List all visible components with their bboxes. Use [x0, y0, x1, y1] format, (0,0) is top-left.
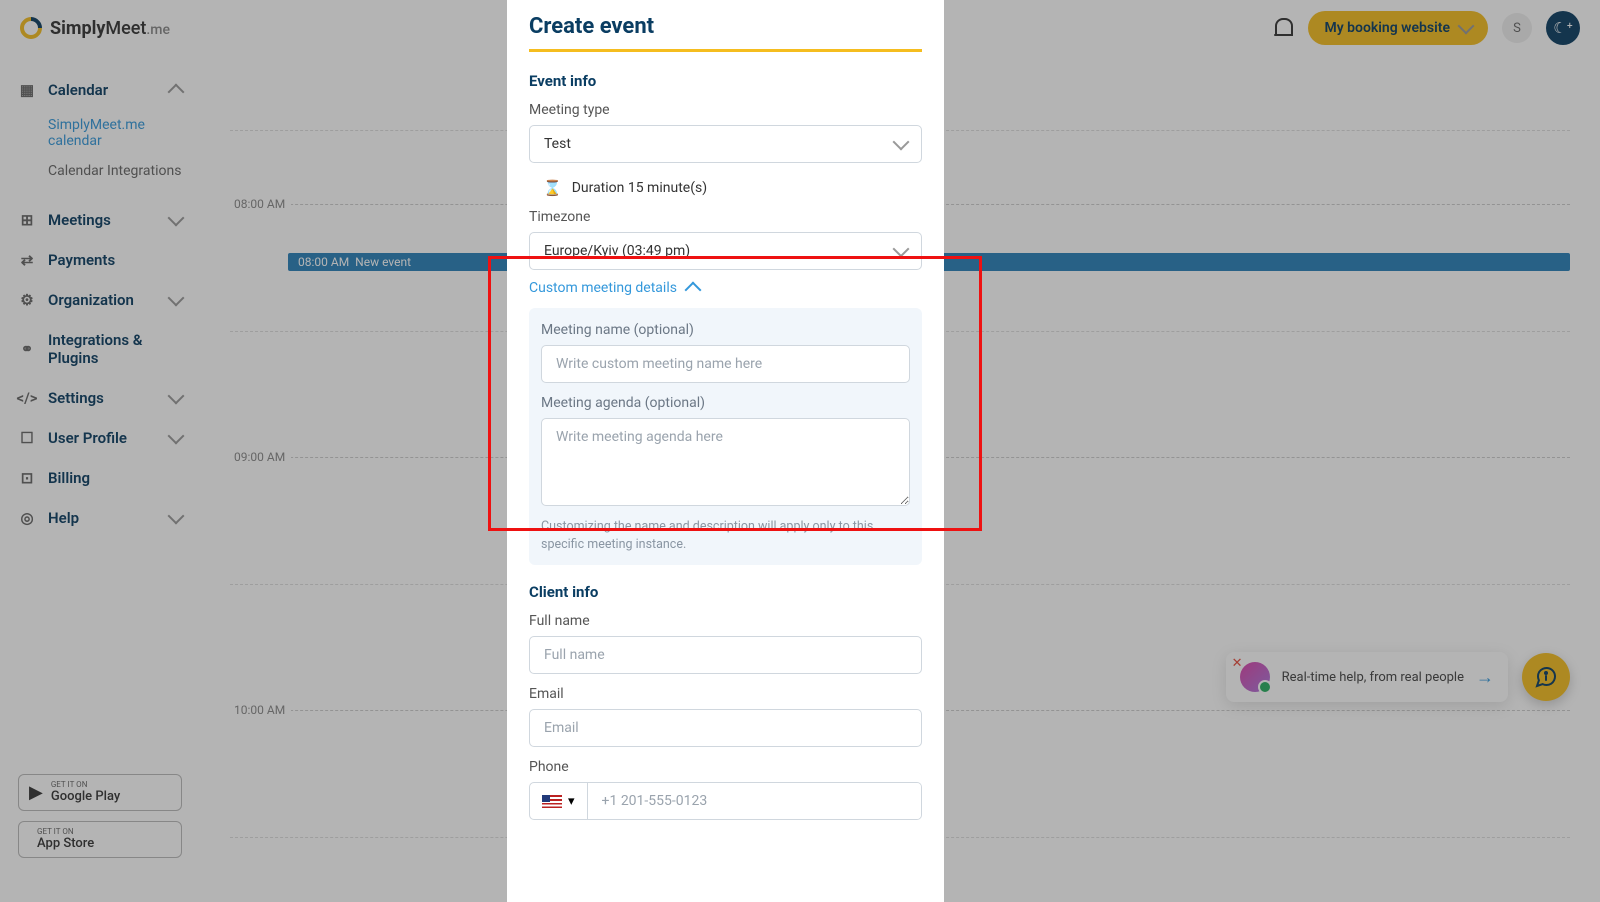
hourglass-icon: ⌛ [543, 179, 562, 197]
chevron-up-icon [684, 282, 701, 299]
duration-display: ⌛ Duration 15 minute(s) [529, 173, 922, 209]
country-code-select[interactable]: ▾ [530, 783, 588, 819]
timezone-label: Timezone [529, 209, 922, 225]
chevron-down-icon [893, 241, 910, 258]
email-label: Email [529, 686, 922, 702]
meeting-name-input[interactable] [541, 345, 910, 383]
timezone-select[interactable]: Europe/Kyiv (03:49 pm) [529, 232, 922, 270]
meeting-type-label: Meeting type [529, 102, 922, 118]
fullname-label: Full name [529, 613, 922, 629]
event-info-heading: Event info [529, 72, 922, 90]
meeting-agenda-label: Meeting agenda (optional) [541, 395, 910, 411]
create-event-modal: Create event Event info Meeting type Tes… [507, 0, 944, 902]
custom-details-toggle[interactable]: Custom meeting details [529, 280, 922, 296]
phone-input-group: ▾ [529, 782, 922, 820]
client-info-heading: Client info [529, 583, 922, 601]
fullname-input[interactable] [529, 636, 922, 674]
modal-title: Create event [529, 0, 922, 52]
meeting-type-select[interactable]: Test [529, 125, 922, 163]
phone-label: Phone [529, 759, 922, 775]
custom-details-help: Customizing the name and description wil… [541, 518, 910, 553]
phone-number-input[interactable] [588, 783, 921, 819]
email-input[interactable] [529, 709, 922, 747]
meeting-agenda-textarea[interactable] [541, 418, 910, 506]
custom-details-panel: Meeting name (optional) Meeting agenda (… [529, 308, 922, 565]
flag-us-icon [542, 795, 562, 808]
chevron-down-icon [893, 134, 910, 151]
meeting-name-label: Meeting name (optional) [541, 322, 910, 338]
